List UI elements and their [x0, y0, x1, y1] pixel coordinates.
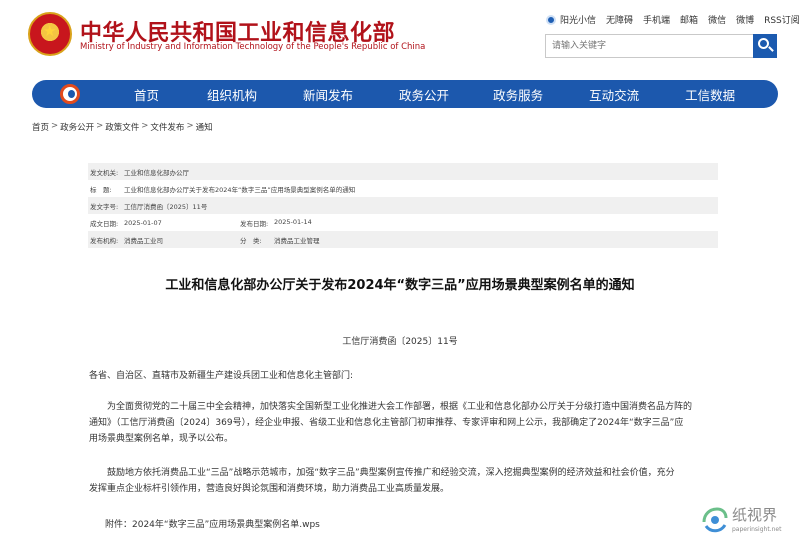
nav-item-organization[interactable]: 组织机构: [207, 85, 257, 104]
site-subtitle: Ministry of Industry and Information Tec…: [80, 42, 426, 52]
nav-logo-icon[interactable]: [60, 84, 80, 104]
toplink-mail[interactable]: 邮箱: [680, 13, 698, 26]
search-input[interactable]: [545, 34, 753, 58]
info-label: 发文字号:: [90, 202, 119, 211]
toplink-accessibility[interactable]: 无障碍: [606, 13, 633, 26]
info-row-doc-number: 发文字号: 工信厅消费函〔2025〕11号: [88, 197, 718, 214]
top-links: 阳光小信 无障碍 手机端 邮箱 微信 微博 RSS订阅: [546, 13, 800, 26]
paragraph-line: 通知》（工信厅消费函〔2024〕369号），经企业申报、省级工业和信息化主管部门…: [89, 418, 684, 428]
info-value: 工业和信息化部办公厅: [124, 168, 189, 177]
info-label: 发布机构:: [90, 236, 119, 245]
breadcrumb-notice[interactable]: 通知: [196, 121, 213, 133]
breadcrumb-policy-docs[interactable]: 政策文件: [105, 121, 139, 133]
info-value: 消费品工业管理: [274, 236, 320, 245]
watermark-text: 纸视界: [732, 506, 778, 524]
document-info-table: 发文机关: 工业和信息化部办公厅 标 题: 工业和信息化部办公厅关于发布2024…: [88, 163, 718, 248]
sunshine-icon: [546, 14, 556, 25]
paragraph-line: 鼓励地方依托消费品工业“三品”战略示范城市，加强“数字三品”典型案例宣传推广和经…: [107, 468, 675, 478]
paragraph-line: 发挥重点企业标杆引领作用，营造良好舆论氛围和消费环境，助力消费品工业高质量发展。: [89, 484, 450, 494]
article-doc-number: 工信厅消费函〔2025〕11号: [342, 337, 458, 347]
info-label: 发文机关:: [90, 168, 119, 177]
toplink-rss[interactable]: RSS订阅: [764, 13, 800, 26]
site-header: ★ 中华人民共和国工业和信息化部 Ministry of Industry an…: [0, 0, 800, 76]
nav-item-services[interactable]: 政务服务: [493, 85, 543, 104]
info-label: 分 类:: [240, 236, 262, 245]
info-row-issuer: 发文机关: 工业和信息化部办公厅: [88, 163, 718, 180]
toplink-sunshine[interactable]: 阳光小信: [560, 13, 596, 26]
attachment-link[interactable]: 附件：2024年“数字三品”应用场景典型案例名单.wps: [105, 517, 320, 530]
info-value: 工信厅消费函〔2025〕11号: [124, 202, 208, 211]
watermark: 纸视界 paperinsight.net: [700, 504, 796, 538]
info-row-dates: 成文日期: 2025-01-07 发布日期: 2025-01-14: [88, 214, 718, 231]
info-label: 发布日期:: [240, 219, 269, 228]
info-value: 2025-01-07: [124, 218, 162, 227]
breadcrumb-doc-release[interactable]: 文件发布: [150, 121, 184, 133]
info-label: 成文日期:: [90, 219, 119, 228]
info-value: 2025-01-14: [274, 217, 312, 226]
search-box: [545, 34, 777, 58]
toplink-wechat[interactable]: 微信: [708, 13, 726, 26]
breadcrumb: 首页 > 政务公开 > 政策文件 > 文件发布 > 通知: [32, 121, 213, 133]
toplink-weibo[interactable]: 微博: [736, 13, 754, 26]
watermark-url: paperinsight.net: [732, 526, 782, 533]
nav-item-home[interactable]: 首页: [134, 85, 159, 104]
nav-item-data[interactable]: 工信数据: [685, 85, 735, 104]
paragraph-line: 用场景典型案例名单，现予以公布。: [89, 434, 234, 444]
main-nav: 首页 组织机构 新闻发布 政务公开 政务服务 互动交流 工信数据: [32, 80, 778, 108]
nav-item-news[interactable]: 新闻发布: [303, 85, 353, 104]
breadcrumb-home[interactable]: 首页: [32, 121, 49, 133]
national-emblem-icon: ★: [28, 12, 72, 56]
info-value: 工业和信息化部办公厅关于发布2024年“数字三品”应用场景典型案例名单的通知: [124, 185, 356, 194]
star-icon: ★: [43, 22, 57, 40]
info-row-title: 标 题: 工业和信息化部办公厅关于发布2024年“数字三品”应用场景典型案例名单…: [88, 180, 718, 197]
nav-item-interaction[interactable]: 互动交流: [589, 85, 639, 104]
article-paragraph-1: 为全面贯彻党的二十届三中全会精神，加快落实全国新型工业化推进大会工作部署，根据《…: [89, 399, 719, 447]
watermark-logo-icon: [702, 507, 728, 533]
article-addressee: 各省、自治区、直辖市及新疆生产建设兵团工业和信息化主管部门:: [89, 371, 354, 381]
search-button[interactable]: [753, 34, 777, 58]
info-label: 标 题:: [90, 185, 112, 194]
article-paragraph-2: 鼓励地方依托消费品工业“三品”战略示范城市，加强“数字三品”典型案例宣传推广和经…: [89, 465, 719, 497]
nav-item-government-affairs[interactable]: 政务公开: [399, 85, 449, 104]
toplink-mobile[interactable]: 手机端: [643, 13, 670, 26]
info-value: 消费品工业司: [124, 236, 163, 245]
breadcrumb-gov-affairs[interactable]: 政务公开: [60, 121, 94, 133]
paragraph-line: 为全面贯彻党的二十届三中全会精神，加快落实全国新型工业化推进大会工作部署，根据《…: [107, 402, 693, 412]
article-title: 工业和信息化部办公厅关于发布2024年“数字三品”应用场景典型案例名单的通知: [165, 278, 635, 293]
info-row-org: 发布机构: 消费品工业司 分 类: 消费品工业管理: [88, 231, 718, 248]
